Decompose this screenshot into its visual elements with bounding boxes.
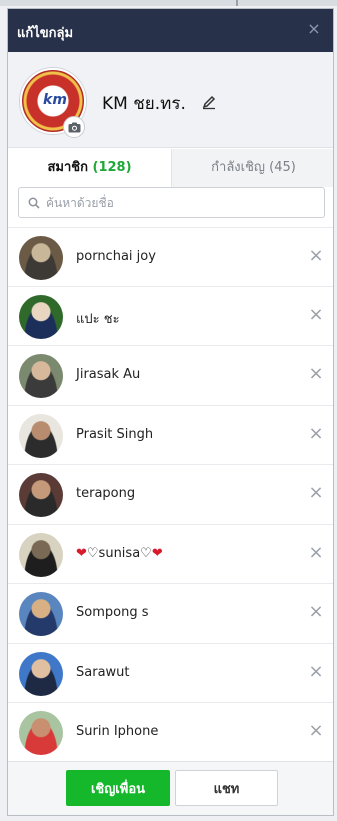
member-avatar[interactable]	[19, 651, 63, 696]
dialog-footer: เชิญเพื่อน แชท	[8, 761, 333, 815]
tab-members[interactable]: สมาชิก (128)	[8, 149, 172, 187]
member-row[interactable]: Sarawut ×	[8, 644, 333, 703]
member-name: terapong	[76, 486, 136, 501]
pencil-icon[interactable]	[201, 94, 217, 110]
member-row[interactable]: Sompong s ×	[8, 584, 333, 644]
background-window-edge	[0, 0, 337, 6]
member-avatar[interactable]	[19, 473, 63, 517]
remove-member-icon[interactable]: ×	[308, 603, 324, 621]
remove-member-icon[interactable]: ×	[308, 247, 324, 265]
member-avatar[interactable]	[19, 532, 63, 577]
tab-inviting-label: กำลังเชิญ (45)	[211, 160, 296, 175]
edit-group-dialog: แก้ไขกลุ่ม × km KM ชย.ทร. สมาชิก (128) ก…	[7, 8, 334, 816]
group-header: km KM ชย.ทร.	[8, 52, 333, 148]
tab-members-count: (128)	[92, 160, 132, 175]
heart-icon: ❤	[151, 545, 163, 561]
member-name: Prasit Singh	[76, 426, 154, 442]
member-name: Sompong s	[76, 605, 149, 620]
remove-member-icon[interactable]: ×	[308, 662, 324, 680]
member-name: Jirasak Au	[76, 367, 141, 382]
member-name: แปะ ชะ	[76, 311, 120, 327]
member-name-text: ♡sunisa♡	[86, 545, 152, 561]
member-avatar[interactable]	[19, 354, 63, 398]
search-input[interactable]	[46, 193, 316, 213]
member-name: pornchai joy	[76, 249, 156, 264]
close-icon[interactable]: ×	[305, 20, 323, 38]
member-avatar[interactable]	[19, 236, 63, 280]
remove-member-icon[interactable]: ×	[308, 543, 324, 561]
member-row[interactable]: Prasit Singh ×	[8, 406, 333, 465]
member-name: Sarawut	[76, 664, 130, 680]
remove-member-icon[interactable]: ×	[308, 424, 324, 442]
member-avatar[interactable]	[19, 294, 63, 339]
member-list: pornchai joy × แปะ ชะ × Jirasak Au × Prasit Si…	[8, 227, 333, 763]
remove-member-icon[interactable]: ×	[308, 305, 324, 323]
tab-members-label: สมาชิก	[47, 160, 88, 175]
invite-friends-button[interactable]: เชิญเพื่อน	[66, 770, 170, 806]
chat-button[interactable]: แชท	[175, 770, 278, 806]
remove-member-icon[interactable]: ×	[308, 722, 324, 740]
remove-member-icon[interactable]: ×	[308, 484, 324, 502]
member-avatar[interactable]	[19, 711, 63, 755]
member-row[interactable]: Jirasak Au ×	[8, 346, 333, 406]
dialog-title: แก้ไขกลุ่ม	[17, 26, 74, 41]
member-row[interactable]: pornchai joy ×	[8, 227, 333, 287]
tab-inviting[interactable]: กำลังเชิญ (45)	[172, 149, 333, 187]
member-row[interactable]: แปะ ชะ ×	[8, 287, 333, 346]
group-logo-text: km	[43, 92, 67, 108]
heart-icon: ❤	[76, 545, 87, 561]
member-name: Surin Iphone	[76, 724, 159, 739]
member-row[interactable]: terapong ×	[8, 465, 333, 525]
member-row[interactable]: ❤♡sunisa♡❤ ×	[8, 525, 333, 584]
member-name: ❤♡sunisa♡❤	[76, 546, 163, 561]
member-row[interactable]: Surin Iphone ×	[8, 703, 333, 763]
search-box	[18, 187, 325, 218]
group-name: KM ชย.ทร.	[102, 94, 186, 114]
camera-icon[interactable]	[63, 116, 85, 138]
member-tabs: สมาชิก (128) กำลังเชิญ (45)	[8, 149, 333, 187]
dialog-titlebar: แก้ไขกลุ่ม ×	[8, 9, 333, 52]
member-avatar[interactable]	[19, 592, 63, 636]
search-icon	[28, 197, 40, 209]
member-avatar[interactable]	[19, 413, 63, 458]
remove-member-icon[interactable]: ×	[308, 365, 324, 383]
